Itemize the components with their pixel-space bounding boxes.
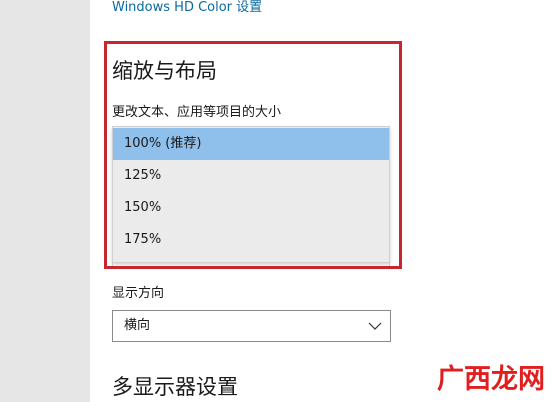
multi-display-heading: 多显示器设置 <box>112 375 238 399</box>
orientation-value: 横向 <box>124 318 151 333</box>
hd-color-settings-link[interactable]: Windows HD Color 设置 <box>112 0 262 16</box>
settings-nav-pane <box>0 0 90 402</box>
chevron-down-icon <box>368 322 382 330</box>
highlight-frame <box>104 41 402 269</box>
orientation-label: 显示方向 <box>112 286 165 301</box>
orientation-select[interactable]: 横向 <box>112 310 391 342</box>
